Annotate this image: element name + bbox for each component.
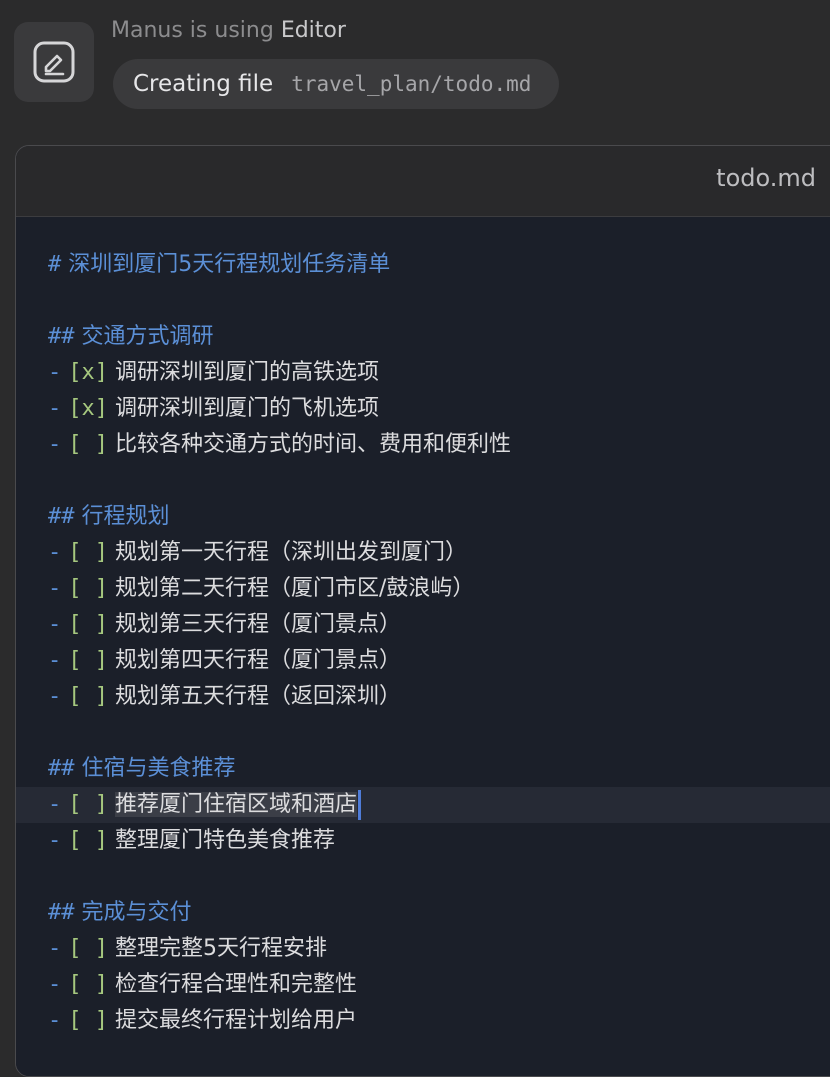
- markdown-h1-line[interactable]: # 深圳到厦门5天行程规划任务清单: [16, 247, 830, 283]
- task-line[interactable]: - [ ] 规划第一天行程（深圳出发到厦门）: [16, 535, 830, 571]
- task-line[interactable]: - [ ] 整理厦门特色美食推荐: [16, 823, 830, 859]
- task-checkbox: [x]: [68, 360, 108, 385]
- list-dash: -: [48, 540, 62, 565]
- task-checkbox: [ ]: [68, 972, 108, 997]
- task-line[interactable]: - [ ] 整理完整5天行程安排: [16, 931, 830, 967]
- heading-text: 深圳到厦门5天行程规划任务清单: [68, 252, 391, 277]
- list-dash: -: [48, 396, 62, 421]
- action-label: Creating file: [133, 71, 274, 97]
- list-dash: -: [48, 684, 62, 709]
- heading-marker: ##: [48, 756, 75, 781]
- task-checkbox: [ ]: [68, 828, 108, 853]
- status-prefix: Manus is using: [111, 18, 274, 43]
- list-dash: -: [48, 972, 62, 997]
- list-dash: -: [48, 828, 62, 853]
- task-text: 比较各种交通方式的时间、费用和便利性: [115, 432, 512, 457]
- task-line[interactable]: - [ ] 规划第三天行程（厦门景点）: [16, 607, 830, 643]
- text-cursor: [358, 790, 362, 820]
- task-text: 整理厦门特色美食推荐: [115, 828, 336, 853]
- heading-text: 住宿与美食推荐: [81, 756, 236, 781]
- task-checkbox: [ ]: [68, 576, 108, 601]
- edit-icon: [33, 41, 75, 83]
- task-text: 整理完整5天行程安排: [115, 936, 327, 961]
- task-text: 规划第五天行程（返回深圳）: [115, 684, 402, 709]
- task-checkbox: [ ]: [68, 936, 108, 961]
- list-dash: -: [48, 432, 62, 457]
- editor-tool-badge: [14, 22, 94, 102]
- action-file-path: travel_plan/todo.md: [291, 72, 532, 96]
- heading-text: 完成与交付: [81, 900, 192, 925]
- blank-line[interactable]: [16, 859, 830, 895]
- markdown-h2-line[interactable]: ## 行程规划: [16, 499, 830, 535]
- task-text: 提交最终行程计划给用户: [115, 1008, 358, 1033]
- heading-text: 交通方式调研: [81, 324, 214, 349]
- task-text: 调研深圳到厦门的高铁选项: [115, 360, 380, 385]
- task-checkbox: [ ]: [68, 648, 108, 673]
- editor-body[interactable]: # 深圳到厦门5天行程规划任务清单 ## 交通方式调研 - [x] 调研深圳到厦门的…: [16, 217, 830, 1076]
- task-text: 推荐厦门住宿区域和酒店: [115, 792, 358, 817]
- heading-marker: #: [48, 252, 62, 277]
- task-text: 检查行程合理性和完整性: [115, 972, 358, 997]
- blank-line[interactable]: [16, 283, 830, 319]
- list-dash: -: [48, 576, 62, 601]
- heading-marker: ##: [48, 900, 75, 925]
- status-tool-name: Editor: [280, 18, 346, 43]
- tool-status-row: Manus is using Editor Creating file trav…: [0, 0, 830, 130]
- task-line[interactable]: - [ ] 比较各种交通方式的时间、费用和便利性: [16, 427, 830, 463]
- heading-text: 行程规划: [81, 504, 170, 529]
- task-checkbox: [ ]: [68, 612, 108, 637]
- action-pill[interactable]: Creating file travel_plan/todo.md: [113, 59, 560, 109]
- task-text: 规划第二天行程（厦门市区/鼓浪屿）: [115, 576, 475, 601]
- task-text: 规划第四天行程（厦门景点）: [115, 648, 402, 673]
- task-checkbox: [ ]: [68, 792, 108, 817]
- task-line[interactable]: - [ ] 规划第四天行程（厦门景点）: [16, 643, 830, 679]
- task-line[interactable]: - [x] 调研深圳到厦门的高铁选项: [16, 355, 830, 391]
- heading-marker: ##: [48, 324, 75, 349]
- agent-status-text: Manus is using Editor: [111, 16, 346, 46]
- list-dash: -: [48, 648, 62, 673]
- task-checkbox: [ ]: [68, 1008, 108, 1033]
- task-checkbox: [x]: [68, 396, 108, 421]
- heading-marker: ##: [48, 504, 75, 529]
- editor-header: todo.md: [16, 146, 830, 217]
- task-line[interactable]: - [ ] 规划第二天行程（厦门市区/鼓浪屿）: [16, 571, 830, 607]
- markdown-h2-line[interactable]: ## 住宿与美食推荐: [16, 751, 830, 787]
- task-checkbox: [ ]: [68, 684, 108, 709]
- blank-line[interactable]: [16, 463, 830, 499]
- task-line[interactable]: - [ ] 推荐厦门住宿区域和酒店: [16, 787, 830, 823]
- task-line[interactable]: - [ ] 检查行程合理性和完整性: [16, 967, 830, 1003]
- task-checkbox: [ ]: [68, 540, 108, 565]
- list-dash: -: [48, 1008, 62, 1033]
- editor-window: todo.md # 深圳到厦门5天行程规划任务清单 ## 交通方式调研 - [x] …: [15, 145, 830, 1077]
- task-text: 调研深圳到厦门的飞机选项: [115, 396, 380, 421]
- editor-filename: todo.md: [716, 164, 816, 192]
- task-line[interactable]: - [ ] 提交最终行程计划给用户: [16, 1003, 830, 1039]
- task-checkbox: [ ]: [68, 432, 108, 457]
- list-dash: -: [48, 612, 62, 637]
- list-dash: -: [48, 360, 62, 385]
- list-dash: -: [48, 936, 62, 961]
- task-text: 规划第一天行程（深圳出发到厦门）: [115, 540, 468, 565]
- task-line[interactable]: - [x] 调研深圳到厦门的飞机选项: [16, 391, 830, 427]
- markdown-h2-line[interactable]: ## 交通方式调研: [16, 319, 830, 355]
- list-dash: -: [48, 792, 62, 817]
- markdown-h2-line[interactable]: ## 完成与交付: [16, 895, 830, 931]
- task-line[interactable]: - [ ] 规划第五天行程（返回深圳）: [16, 679, 830, 715]
- task-text: 规划第三天行程（厦门景点）: [115, 612, 402, 637]
- blank-line[interactable]: [16, 715, 830, 751]
